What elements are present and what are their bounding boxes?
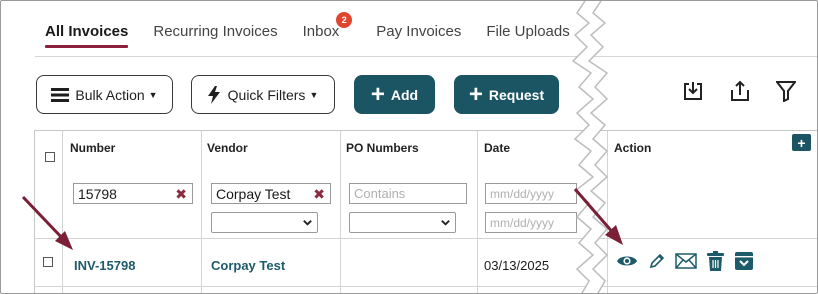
request-label: Request [488, 86, 545, 103]
plus-icon: + [468, 80, 483, 108]
tab-label: Inbox [302, 23, 340, 40]
column-divider [62, 131, 63, 293]
chevron-down-icon [303, 220, 312, 226]
invoice-table: Number Vendor PO Numbers Date Action + 1… [34, 130, 817, 293]
vendor-link[interactable]: Corpay Test [211, 258, 285, 273]
upload-tray-icon[interactable] [727, 78, 753, 104]
column-header-date[interactable]: Date [484, 141, 510, 155]
column-header-po-numbers[interactable]: PO Numbers [346, 141, 419, 155]
po-numbers-placeholder: Contains [354, 186, 406, 201]
tab-inbox[interactable]: Inbox 2 [302, 12, 353, 48]
column-header-vendor[interactable]: Vendor [207, 141, 248, 155]
chevron-down-icon [441, 220, 450, 226]
quick-filters-label: Quick Filters [227, 86, 306, 103]
funnel-icon[interactable] [773, 78, 799, 104]
pencil-icon[interactable] [646, 250, 668, 272]
envelope-icon[interactable] [674, 250, 698, 272]
vendor-filter-value: Corpay Test [216, 185, 291, 202]
vendor-filter-input[interactable]: Corpay Test ✖ [211, 183, 331, 204]
number-filter-input[interactable]: 15798 ✖ [73, 183, 193, 204]
bulk-action-label: Bulk Action [75, 86, 145, 103]
vendor-filter-select[interactable] [211, 212, 318, 233]
column-divider [607, 131, 608, 293]
clear-icon[interactable]: ✖ [175, 186, 187, 203]
download-tray-icon[interactable] [680, 78, 706, 104]
tab-label: Recurring Invoices [153, 23, 278, 40]
tab-recurring-invoices[interactable]: Recurring Invoices [153, 23, 277, 48]
invoice-number-link[interactable]: INV-15798 [74, 258, 135, 273]
select-all-checkbox[interactable] [45, 152, 55, 162]
tab-label: Pay Invoices [376, 23, 462, 40]
column-header-action: Action [614, 141, 652, 155]
request-button[interactable]: + Request [454, 75, 559, 114]
plus-icon: + [370, 80, 385, 108]
quick-filters-button[interactable]: Quick Filters ▼ [191, 75, 335, 114]
date-to-input[interactable]: mm/dd/yyyy [485, 212, 577, 233]
list-icon [51, 87, 70, 103]
row-divider [35, 238, 817, 239]
add-column-button[interactable]: + [792, 134, 811, 151]
tab-label: All Invoices [45, 23, 129, 40]
tab-label: File Uploads [486, 23, 570, 40]
row-checkbox[interactable] [43, 257, 53, 267]
caret-down-icon: ▼ [148, 89, 158, 100]
po-numbers-filter-select[interactable] [349, 212, 456, 233]
po-numbers-filter-input[interactable]: Contains [349, 183, 467, 204]
column-divider [340, 131, 341, 293]
trash-icon[interactable] [704, 250, 726, 272]
date-from-placeholder: mm/dd/yyyy [490, 186, 555, 201]
date-to-placeholder: mm/dd/yyyy [490, 215, 555, 230]
column-divider [477, 131, 478, 293]
column-divider [201, 131, 202, 293]
number-filter-value: 15798 [78, 185, 117, 202]
row-divider [35, 286, 817, 287]
app-frame: All Invoices Recurring Invoices Inbox 2 P… [0, 0, 818, 294]
archive-box-icon[interactable] [733, 250, 755, 272]
eye-icon[interactable] [615, 250, 639, 272]
date-from-input[interactable]: mm/dd/yyyy [485, 183, 577, 204]
tab-all-invoices[interactable]: All Invoices [45, 23, 129, 48]
caret-down-icon: ▼ [309, 89, 319, 100]
inbox-count-badge: 2 [336, 12, 353, 28]
tabs-divider [35, 56, 817, 57]
tab-file-uploads[interactable]: File Uploads [486, 23, 569, 48]
date-cell: 03/13/2025 [484, 258, 550, 273]
tab-pay-invoices[interactable]: Pay Invoices [376, 23, 461, 48]
clear-icon[interactable]: ✖ [313, 186, 325, 203]
bulk-action-button[interactable]: Bulk Action ▼ [36, 75, 173, 114]
tab-bar: All Invoices Recurring Invoices Inbox 2 P… [45, 12, 595, 48]
add-label: Add [390, 86, 419, 103]
add-button[interactable]: + Add [354, 75, 435, 114]
column-header-number[interactable]: Number [70, 141, 115, 155]
lightning-icon [207, 85, 220, 104]
